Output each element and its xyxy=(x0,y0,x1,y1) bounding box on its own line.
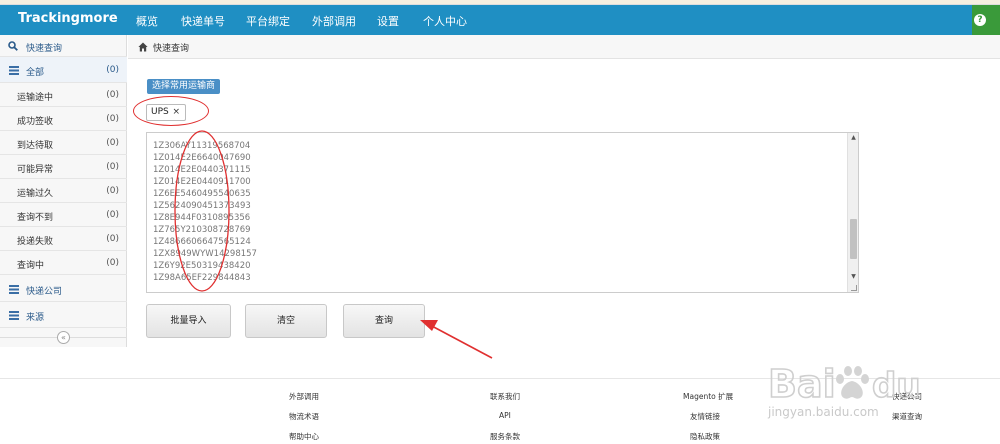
list-icon xyxy=(9,285,19,294)
list-icon xyxy=(9,311,19,320)
sidebar-item-undelivered[interactable]: 投递失败 (0) xyxy=(0,227,127,251)
tracking-numbers-input[interactable]: 1Z306AY11319568704 1Z014E2E6640047690 1Z01… xyxy=(146,132,859,293)
footer-link-privacy[interactable]: 隐私政策 xyxy=(690,431,720,442)
sidebar-item-expired[interactable]: 运输过久 (0) xyxy=(0,179,127,203)
nav-overview[interactable]: 概览 xyxy=(136,13,158,29)
nav-platform-binding[interactable]: 平台绑定 xyxy=(246,13,290,29)
sidebar-item-delivered[interactable]: 成功签收 (0) xyxy=(0,107,127,131)
footer-link-friend-links[interactable]: 友情链接 xyxy=(690,411,720,422)
double-chevron-left-icon[interactable]: « xyxy=(57,331,70,344)
resize-handle[interactable] xyxy=(851,285,857,291)
sidebar-label: 快递公司 xyxy=(26,287,63,297)
sidebar-item-quick-query[interactable]: 快速查询 xyxy=(0,35,127,57)
sidebar-label: 查询不到 xyxy=(17,213,54,223)
footer-link-magento[interactable]: Magento 扩展 xyxy=(683,391,733,402)
breadcrumb-label: 快速查询 xyxy=(153,44,190,54)
footer-link-external-api[interactable]: 外部调用 xyxy=(289,391,319,402)
footer-link-terms[interactable]: 服务条款 xyxy=(490,431,520,442)
sidebar-count: (0) xyxy=(106,90,119,100)
tracking-number-line: 1Z306AY11319568704 xyxy=(153,141,251,151)
svg-text:du: du xyxy=(872,366,921,406)
sidebar-count: (0) xyxy=(106,114,119,124)
sidebar-label: 快速查询 xyxy=(26,44,63,54)
sidebar-count: (0) xyxy=(106,234,119,244)
nav-tracking-numbers[interactable]: 快递单号 xyxy=(181,13,225,29)
tracking-number-line: 1Z4866606647565124 xyxy=(153,237,251,247)
sidebar-count: (0) xyxy=(106,138,119,148)
bulk-import-button[interactable]: 批量导入 xyxy=(146,304,231,338)
tracking-number-line: 1Z98A65EF229844843 xyxy=(153,273,251,283)
breadcrumb: 快速查询 xyxy=(128,35,1000,59)
footer-link-glossary[interactable]: 物流术语 xyxy=(289,411,319,422)
question-icon[interactable]: ? xyxy=(974,14,986,26)
scrollbar-thumb[interactable] xyxy=(850,219,857,259)
top-navbar: Trackingmore 概览 快递单号 平台绑定 外部调用 设置 个人中心 ? xyxy=(0,5,1000,35)
sidebar-count: (0) xyxy=(106,258,119,268)
sidebar-label: 成功签收 xyxy=(17,117,54,127)
footer-link-contact[interactable]: 联系我们 xyxy=(490,391,520,402)
sidebar-count: (0) xyxy=(106,186,119,196)
sidebar-label: 到达待取 xyxy=(17,141,54,151)
tracking-number-line: 1Z6Y92E50319438420 xyxy=(153,261,251,271)
tracking-number-line: 1Z8E944F0310895356 xyxy=(153,213,251,223)
tracking-number-line: 1Z6EE5460495540635 xyxy=(153,189,251,199)
footer-link-api[interactable]: API xyxy=(499,411,511,420)
brand-logo[interactable]: Trackingmore xyxy=(18,11,118,26)
search-icon xyxy=(8,41,18,51)
sidebar-item-not-found[interactable]: 查询不到 (0) xyxy=(0,203,127,227)
home-icon[interactable] xyxy=(138,42,148,52)
watermark-url: jingyan.baidu.com xyxy=(768,405,879,419)
svg-text:Bai: Bai xyxy=(768,362,836,406)
sidebar-item-all[interactable]: 全部 (0) xyxy=(0,57,127,83)
sidebar-count: (0) xyxy=(106,162,119,172)
sidebar-label: 查询中 xyxy=(17,261,45,271)
annotation-arrow xyxy=(429,324,493,359)
sidebar-item-pending[interactable]: 查询中 (0) xyxy=(0,251,127,275)
sidebar-item-source[interactable]: 来源 xyxy=(0,302,127,328)
sidebar-label: 运输途中 xyxy=(17,93,54,103)
footer-link-help[interactable]: 帮助中心 xyxy=(289,431,319,442)
annotation-ellipse xyxy=(133,96,209,126)
sidebar: 快速查询 全部 (0) 运输途中 (0) 成功签收 (0) 到达待取 (0) 可能异常 (0)… xyxy=(0,35,127,347)
sidebar-count: (0) xyxy=(106,210,119,220)
sidebar-label: 全部 xyxy=(26,68,45,78)
tracking-number-line: 1Z014E2E0440911700 xyxy=(153,177,251,187)
select-carrier-button[interactable]: 选择常用运输商 xyxy=(147,79,221,94)
tracking-number-line: 1Z765Y210308728769 xyxy=(153,225,251,235)
tracking-number-line: 1Z014E2E0440371115 xyxy=(153,165,251,175)
sidebar-item-pickup[interactable]: 到达待取 (0) xyxy=(0,131,127,155)
tracking-number-line: 1ZX8949WYW14298157 xyxy=(153,249,257,259)
sidebar-label: 投递失败 xyxy=(17,237,54,247)
list-icon xyxy=(9,66,19,75)
help-area: ? xyxy=(972,5,1000,35)
nav-settings[interactable]: 设置 xyxy=(377,13,399,29)
sidebar-item-in-transit[interactable]: 运输途中 (0) xyxy=(0,83,127,107)
sidebar-item-express-company[interactable]: 快递公司 xyxy=(0,276,127,302)
nav-personal-center[interactable]: 个人中心 xyxy=(423,13,467,29)
tracking-number-line: 1Z014E2E6640047690 xyxy=(153,153,251,163)
scrollbar[interactable]: ▲ ▼ xyxy=(847,133,858,292)
sidebar-label: 运输过久 xyxy=(17,189,54,199)
scroll-up-icon[interactable]: ▲ xyxy=(849,134,858,142)
sidebar-count: (0) xyxy=(106,65,119,75)
query-button[interactable]: 查询 xyxy=(343,304,425,338)
sidebar-label: 来源 xyxy=(26,313,45,323)
scroll-down-icon[interactable]: ▼ xyxy=(849,273,858,281)
tracking-number-line: 1Z5624090451373493 xyxy=(153,201,251,211)
nav-external-api[interactable]: 外部调用 xyxy=(312,13,356,29)
sidebar-label: 可能异常 xyxy=(17,165,54,175)
clear-button[interactable]: 清空 xyxy=(245,304,327,338)
sidebar-item-exception[interactable]: 可能异常 (0) xyxy=(0,155,127,179)
